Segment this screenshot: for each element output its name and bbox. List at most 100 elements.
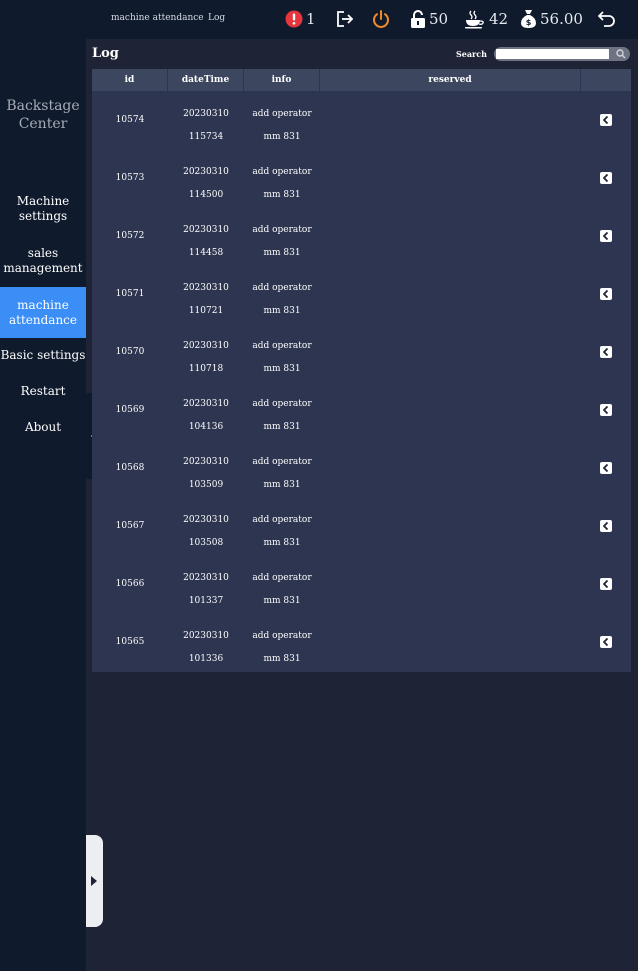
cell-date: 20230310 xyxy=(183,283,229,293)
cell-info-line2: mm 831 xyxy=(263,480,301,490)
lock-count: 50 xyxy=(429,10,449,28)
cell-info-line2: mm 831 xyxy=(263,422,301,432)
row-back-button[interactable] xyxy=(600,346,612,358)
cell-date: 20230310 xyxy=(183,631,229,641)
money-amount: 56.00 xyxy=(540,10,583,28)
sidebar-item-restart[interactable]: Restart xyxy=(0,381,86,401)
log-table: id dateTime info reserved 10574 20230310… xyxy=(92,69,631,672)
sidebar-item-label: attendance xyxy=(8,312,77,327)
row-back-button[interactable] xyxy=(600,404,612,416)
back-button[interactable] xyxy=(597,8,617,30)
logout-button[interactable] xyxy=(335,8,355,30)
sidebar-item-machine-attendance[interactable]: machine attendance xyxy=(0,287,86,338)
cell-info-line1: add operator xyxy=(252,457,312,467)
lock-stat[interactable]: 50 xyxy=(410,8,448,30)
cell-info: add operator mm 831 xyxy=(244,509,320,555)
cell-info-line2: mm 831 xyxy=(263,132,301,142)
cell-time: 114500 xyxy=(188,190,224,200)
cell-time: 110718 xyxy=(188,364,224,374)
sidebar-item-machine-settings[interactable]: Machine settings xyxy=(0,185,86,233)
panel-expand-handle[interactable] xyxy=(86,835,103,927)
cell-info: add operator mm 831 xyxy=(244,567,320,613)
sidebar-item-label: management xyxy=(3,261,83,275)
cell-datetime: 20230310 103508 xyxy=(168,509,244,555)
row-back-button[interactable] xyxy=(600,114,612,126)
cell-info-line1: add operator xyxy=(252,631,312,641)
cell-datetime: 20230310 101336 xyxy=(168,625,244,671)
cell-date: 20230310 xyxy=(183,457,229,467)
sidebar-item-label: Restart xyxy=(20,383,66,398)
cell-time: 103508 xyxy=(188,538,224,548)
svg-text:$: $ xyxy=(526,18,532,27)
alert-stat[interactable]: 1 xyxy=(285,8,316,30)
column-header-datetime: dateTime xyxy=(168,69,244,91)
sidebar-item-about[interactable]: About xyxy=(0,417,86,437)
chevron-left-icon xyxy=(603,522,609,530)
power-button[interactable] xyxy=(371,8,391,30)
cell-info-line2: mm 831 xyxy=(263,190,301,200)
search-icon xyxy=(615,49,625,59)
breadcrumb-log[interactable]: Log xyxy=(208,13,225,23)
cell-id: 10573 xyxy=(115,173,145,183)
row-back-button[interactable] xyxy=(600,462,612,474)
table-row: 10570 20230310 110718 add operator mm 831 xyxy=(92,323,631,381)
cell-info-line2: mm 831 xyxy=(263,248,301,258)
top-bar: machine attendance Log 1 50 42 $ 56.00 xyxy=(0,0,638,39)
cell-datetime: 20230310 114500 xyxy=(168,161,244,207)
brand-title: Backstage Center xyxy=(0,97,86,133)
cup-stat[interactable]: 42 xyxy=(464,8,508,30)
row-back-button[interactable] xyxy=(600,230,612,242)
back-arrow-icon xyxy=(597,11,615,27)
money-stat[interactable]: $ 56.00 xyxy=(520,8,583,30)
cell-info-line1: add operator xyxy=(252,167,312,177)
alert-icon xyxy=(285,10,303,28)
cell-info-line2: mm 831 xyxy=(263,538,301,548)
search-input[interactable] xyxy=(496,49,609,59)
sidebar-item-basic-settings[interactable]: Basic settings xyxy=(0,345,86,365)
cell-id: 10565 xyxy=(115,637,145,647)
cell-info: add operator mm 831 xyxy=(244,451,320,497)
row-back-button[interactable] xyxy=(600,636,612,648)
power-icon xyxy=(373,10,389,28)
cell-datetime: 20230310 104136 xyxy=(168,393,244,439)
sidebar-item-sales-management[interactable]: sales management xyxy=(0,237,86,285)
cell-time: 101337 xyxy=(188,596,224,606)
search-button[interactable] xyxy=(614,48,627,60)
cell-id: 10569 xyxy=(115,405,145,415)
sidebar: Backstage Center Machine settings sales … xyxy=(0,39,86,971)
breadcrumb-machine-attendance[interactable]: machine attendance xyxy=(111,13,204,23)
alert-count: 1 xyxy=(306,10,316,28)
table-row: 10568 20230310 103509 add operator mm 831 xyxy=(92,439,631,497)
sidebar-item-label: Basic settings xyxy=(0,347,86,362)
row-back-button[interactable] xyxy=(600,288,612,300)
cell-datetime: 20230310 103509 xyxy=(168,451,244,497)
sidebar-item-label: settings xyxy=(18,209,68,223)
chevron-left-icon xyxy=(603,232,609,240)
sidebar-item-label: machine xyxy=(17,297,69,312)
coffee-cup-icon xyxy=(465,10,484,28)
row-back-button[interactable] xyxy=(600,520,612,532)
sidebar-item-label: About xyxy=(24,419,62,434)
cell-info: add operator mm 831 xyxy=(244,103,320,149)
cell-time: 110721 xyxy=(188,306,224,316)
column-header-info: info xyxy=(244,69,320,91)
cell-id: 10570 xyxy=(115,347,145,357)
cell-time: 103509 xyxy=(188,480,224,490)
row-back-button[interactable] xyxy=(600,578,612,590)
sidebar-item-label: sales xyxy=(27,246,59,260)
chevron-left-icon xyxy=(603,464,609,472)
cell-id: 10572 xyxy=(115,231,145,241)
chevron-left-icon xyxy=(603,174,609,182)
cell-date: 20230310 xyxy=(183,515,229,525)
cell-info-line1: add operator xyxy=(252,341,312,351)
cell-datetime: 20230310 101337 xyxy=(168,567,244,613)
cell-info-line1: add operator xyxy=(252,573,312,583)
cell-datetime: 20230310 110721 xyxy=(168,277,244,323)
chevron-left-icon xyxy=(603,638,609,646)
cell-info: add operator mm 831 xyxy=(244,277,320,323)
table-row: 10567 20230310 103508 add operator mm 831 xyxy=(92,497,631,555)
cell-date: 20230310 xyxy=(183,109,229,119)
chevron-left-icon xyxy=(603,290,609,298)
row-back-button[interactable] xyxy=(600,172,612,184)
sidebar-item-label: Machine xyxy=(16,194,70,208)
